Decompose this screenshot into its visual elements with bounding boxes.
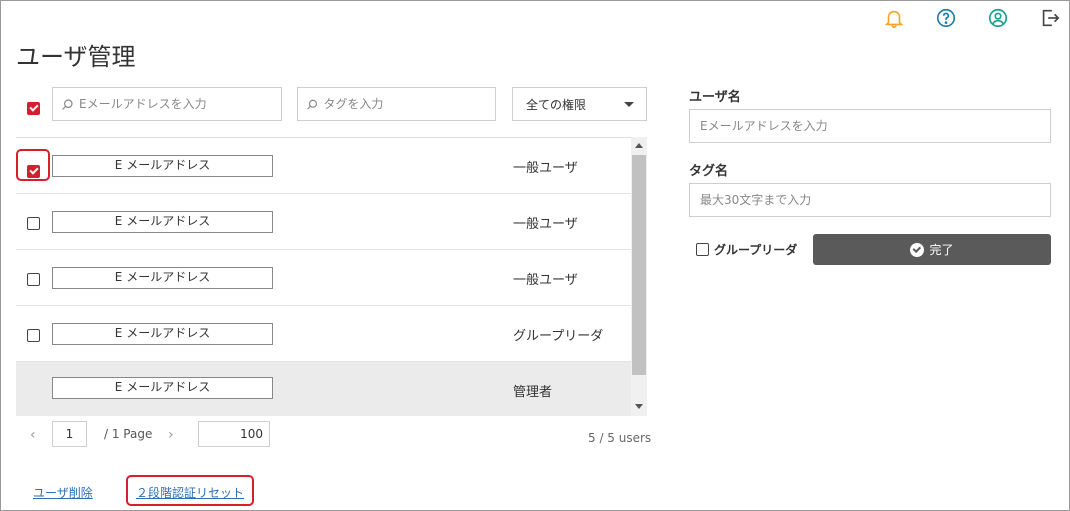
search-icon [62, 98, 73, 110]
logout-icon[interactable] [1038, 6, 1062, 30]
scroll-up-icon[interactable] [635, 143, 643, 148]
search-icon [307, 99, 318, 110]
tag-field[interactable]: 最大30文字まで入力 [689, 183, 1051, 217]
username-field[interactable]: Eメールアドレスを入力 [689, 109, 1051, 143]
row-email: E メールアドレス [52, 323, 273, 345]
prev-page-icon[interactable]: ‹ [30, 427, 36, 443]
table-row[interactable]: E メールアドレス グループリーダ [16, 306, 631, 362]
page-title: ユーザ管理 [16, 43, 136, 71]
row-role: 一般ユーザ [513, 217, 578, 232]
row-checkbox[interactable] [27, 327, 40, 346]
row-checkbox[interactable] [27, 215, 40, 234]
selected-checkbox-highlight [16, 149, 50, 181]
row-email: E メールアドレス [52, 267, 273, 289]
reset-2fa-highlight [126, 475, 254, 506]
row-email: E メールアドレス [52, 155, 273, 177]
row-role: 管理者 [513, 385, 553, 400]
role-filter-value: 全ての権限 [526, 97, 587, 112]
row-role: グループリーダ [513, 329, 604, 344]
table-row[interactable]: E メールアドレス 一般ユーザ [16, 250, 631, 306]
delete-user-link[interactable]: ユーザ削除 [33, 484, 93, 501]
table-row[interactable]: E メールアドレス 一般ユーザ [16, 138, 631, 194]
page-number-input[interactable]: 1 [52, 421, 87, 447]
check-circle-icon [910, 242, 925, 257]
group-leader-label: グループリーダ [714, 243, 798, 257]
row-role: 一般ユーザ [513, 273, 578, 288]
email-search-input[interactable] [79, 97, 259, 111]
table-row[interactable]: E メールアドレス 管理者 [16, 362, 631, 416]
group-leader-checkbox[interactable]: グループリーダ [696, 241, 797, 258]
scroll-down-icon[interactable] [635, 404, 643, 409]
user-count: 5 / 5 users [588, 431, 652, 445]
account-icon[interactable] [986, 6, 1010, 30]
tag-search-input[interactable] [323, 97, 495, 111]
row-checkbox[interactable] [27, 271, 40, 290]
username-label: ユーザ名 [689, 90, 741, 105]
tag-label: タグ名 [689, 164, 729, 179]
select-all-checkbox[interactable] [27, 96, 40, 115]
list-scrollbar[interactable] [631, 137, 647, 416]
page-total-label: / 1 Page [104, 427, 153, 441]
user-list: E メールアドレス 一般ユーザ E メールアドレス 一般ユーザ E メールアドレ… [16, 137, 647, 416]
email-search-field[interactable] [52, 87, 282, 121]
row-role: 一般ユーザ [513, 161, 578, 176]
row-email: E メールアドレス [52, 211, 273, 233]
page-size-input[interactable]: 100 [198, 421, 270, 447]
bell-icon[interactable] [882, 6, 906, 30]
row-email: E メールアドレス [52, 377, 273, 399]
next-page-icon[interactable]: › [168, 427, 174, 443]
table-row[interactable]: E メールアドレス 一般ユーザ [16, 194, 631, 250]
tag-search-field[interactable] [297, 87, 496, 121]
done-button[interactable]: 完了 [813, 234, 1051, 265]
chevron-down-icon [624, 102, 634, 107]
top-icon-bar [854, 6, 1062, 30]
role-filter-select[interactable]: 全ての権限 [512, 87, 647, 121]
done-label: 完了 [929, 243, 954, 257]
help-icon[interactable] [934, 6, 958, 30]
scrollbar-thumb[interactable] [632, 155, 646, 375]
